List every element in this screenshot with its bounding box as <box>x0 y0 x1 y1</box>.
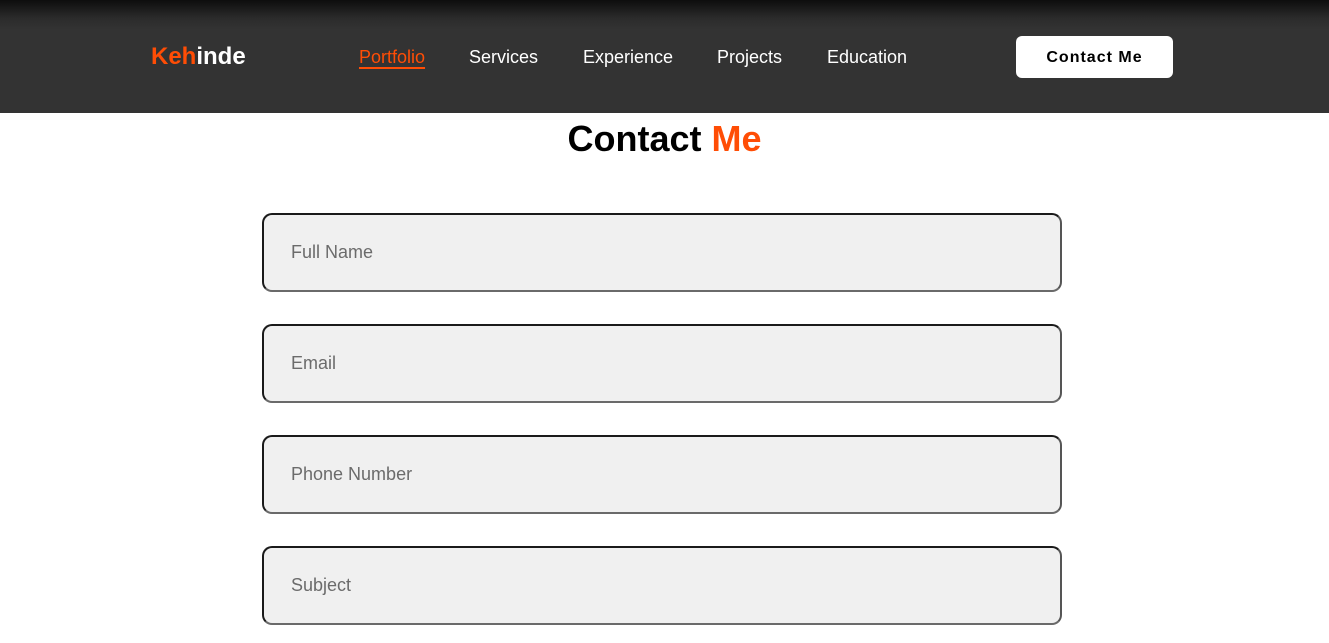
navbar: Kehinde Portfolio Services Experience Pr… <box>0 0 1329 113</box>
nav-link-services[interactable]: Services <box>469 46 538 68</box>
email-input[interactable] <box>262 324 1062 403</box>
nav-link-education[interactable]: Education <box>827 46 907 68</box>
nav-link-experience[interactable]: Experience <box>583 46 673 68</box>
phone-number-input[interactable] <box>262 435 1062 514</box>
nav-link-projects[interactable]: Projects <box>717 46 782 68</box>
logo-rest: inde <box>196 43 246 70</box>
page-title-main: Contact <box>567 118 702 159</box>
nav-link-portfolio[interactable]: Portfolio <box>359 46 425 68</box>
page-title-accent: Me <box>711 118 762 159</box>
subject-input[interactable] <box>262 546 1062 625</box>
page-title: Contact Me <box>0 118 1329 160</box>
logo-accent: Keh <box>151 43 197 70</box>
logo[interactable]: Kehinde <box>151 43 246 71</box>
full-name-input[interactable] <box>262 213 1062 292</box>
contact-me-button[interactable]: Contact Me <box>1016 36 1173 78</box>
